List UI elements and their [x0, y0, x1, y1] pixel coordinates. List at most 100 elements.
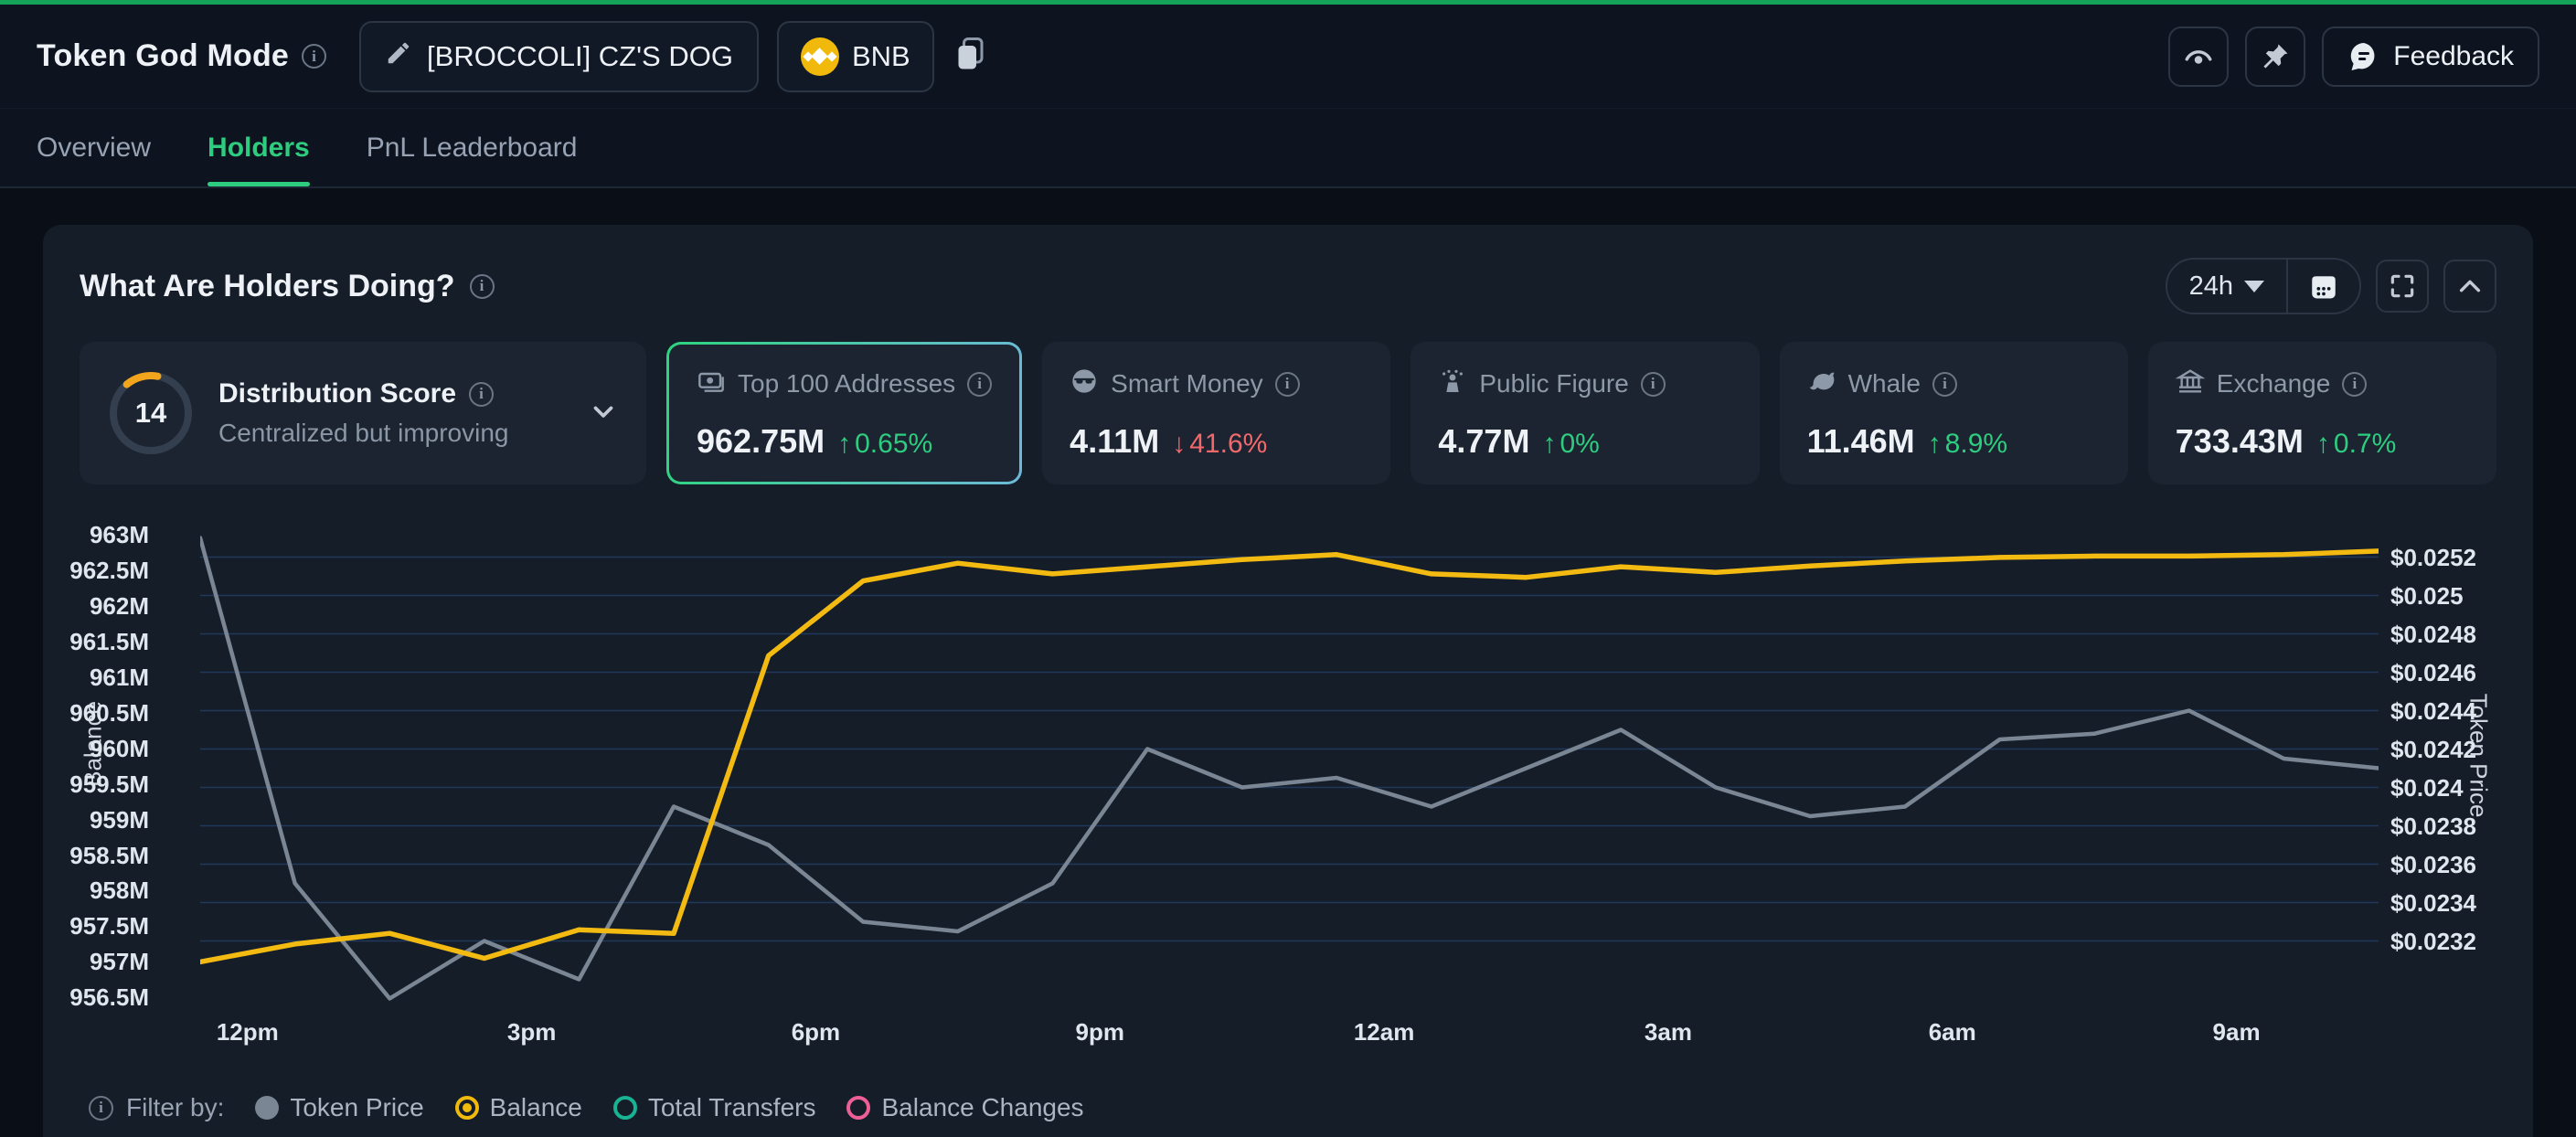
left-axis-tick-label: 962.5M [12, 557, 149, 584]
holders-activity-panel: What Are Holders Doing? i 24h [43, 225, 2533, 1137]
legend-item-balance[interactable]: Balance [455, 1093, 582, 1122]
token-god-mode-page: Token God Mode i [BROCCOLI] CZ'S DOG BNB… [0, 0, 2576, 1137]
right-axis-tick-label: $0.025 [2390, 582, 2537, 610]
x-axis-tick-label: 3pm [507, 1018, 556, 1047]
pin-button[interactable] [2245, 27, 2305, 87]
stat-card-exchange[interactable]: Exchange i 733.43M ↑0.7% [2148, 342, 2496, 484]
x-axis-tick-label: 6am [1929, 1018, 1976, 1047]
left-axis-tick-label: 959M [12, 806, 149, 834]
trend-arrow-icon: ↓ [1172, 429, 1186, 460]
stat-value: 4.77M [1438, 422, 1529, 461]
distribution-score-card[interactable]: 14 Distribution Score i Centralized but … [80, 342, 646, 484]
chain-badge[interactable]: BNB [777, 21, 934, 92]
trend-arrow-icon: ↑ [1542, 429, 1556, 460]
trend-arrow-icon: ↑ [1928, 429, 1942, 460]
right-axis-tick-label: $0.0234 [2390, 889, 2537, 917]
stat-card-top-100-addresses[interactable]: Top 100 Addresses i 962.75M ↑0.65% [666, 342, 1022, 484]
info-icon[interactable]: i [469, 382, 494, 407]
left-axis-tick-label: 957.5M [12, 912, 149, 940]
left-axis-tick-label: 963M [12, 521, 149, 548]
bnb-logo-icon [801, 37, 839, 76]
tab-overview[interactable]: Overview [37, 109, 151, 186]
left-axis-tick-label: 961.5M [12, 628, 149, 655]
stat-value: 962.75M [697, 422, 825, 461]
x-axis-tick-label: 6pm [792, 1018, 840, 1047]
podium-icon [1438, 367, 1467, 402]
chevron-down-icon[interactable] [588, 396, 619, 431]
stat-change: 0.7% [2334, 429, 2396, 460]
fullscreen-button[interactable] [2376, 260, 2429, 313]
score-description: Centralized but improving [218, 419, 564, 448]
stat-value: 11.46M [1807, 422, 1915, 461]
right-axis-tick-label: $0.0242 [2390, 736, 2537, 763]
feedback-button[interactable]: Feedback [2322, 27, 2539, 87]
info-icon[interactable]: i [967, 372, 992, 397]
series-line-balance[interactable] [200, 551, 2379, 962]
token-price-swatch-icon [255, 1096, 279, 1120]
series-line-token-price[interactable] [200, 538, 2379, 999]
bank-icon [2176, 367, 2205, 402]
timeframe-group: 24h [2166, 258, 2361, 314]
stat-cards-row: 14 Distribution Score i Centralized but … [80, 342, 2496, 484]
right-axis-tick-label: $0.0236 [2390, 851, 2537, 878]
left-axis-tick-label: 957M [12, 948, 149, 975]
score-value: 14 [107, 369, 195, 457]
info-icon[interactable]: i [470, 274, 495, 299]
panel-title: What Are Holders Doing? [80, 269, 455, 304]
stat-card-whale[interactable]: Whale i 11.46M ↑8.9% [1780, 342, 2128, 484]
tab-bar: Overview Holders PnL Leaderboard [0, 109, 2576, 188]
feedback-label: Feedback [2393, 41, 2514, 72]
token-name: [BROCCOLI] CZ'S DOG [427, 40, 733, 73]
right-axis-tick-label: $0.024 [2390, 774, 2537, 802]
legend-item-token-price[interactable]: Token Price [255, 1093, 423, 1122]
stat-value: 733.43M [2176, 422, 2304, 461]
left-axis-tick-label: 960M [12, 735, 149, 762]
left-axis-tick-label: 958.5M [12, 842, 149, 869]
copy-address-icon[interactable] [954, 36, 987, 77]
app-header: Token God Mode i [BROCCOLI] CZ'S DOG BNB… [0, 5, 2576, 109]
info-icon[interactable]: i [2342, 372, 2367, 397]
stat-title: Exchange [2217, 369, 2331, 398]
right-axis-tick-label: $0.0252 [2390, 544, 2537, 571]
tab-holders[interactable]: Holders [208, 109, 310, 186]
stat-change: 8.9% [1945, 429, 2007, 460]
info-icon[interactable]: i [302, 44, 326, 69]
caret-down-icon [2244, 281, 2264, 292]
x-axis-tick-label: 12pm [217, 1018, 279, 1047]
gridlines [200, 558, 2379, 941]
holders-activity-chart[interactable]: Balance Token Price 963M962.5M962M961.5M… [43, 492, 2533, 1058]
stat-card-smart-money[interactable]: Smart Money i 4.11M ↓41.6% [1042, 342, 1390, 484]
collapse-button[interactable] [2443, 260, 2496, 313]
info-icon[interactable]: i [1641, 372, 1666, 397]
balance-swatch-icon [455, 1096, 479, 1120]
token-name-field[interactable]: [BROCCOLI] CZ'S DOG [359, 21, 759, 92]
info-icon[interactable]: i [1275, 372, 1300, 397]
watch-token-button[interactable] [2168, 27, 2229, 87]
x-axis-tick-label: 9pm [1076, 1018, 1124, 1047]
stat-card-public-figure[interactable]: Public Figure i 4.77M ↑0% [1410, 342, 1759, 484]
tab-pnl-leaderboard[interactable]: PnL Leaderboard [367, 109, 578, 186]
info-icon[interactable]: i [1932, 372, 1957, 397]
stat-change: 0% [1559, 429, 1599, 460]
right-axis-tick-label: $0.0248 [2390, 621, 2537, 648]
edit-pencil-icon [385, 39, 412, 74]
calendar-button[interactable] [2288, 260, 2359, 313]
legend-label: Total Transfers [648, 1093, 816, 1122]
legend-item-balance-changes[interactable]: Balance Changes [846, 1093, 1083, 1122]
page-title: Token God Mode [37, 38, 289, 74]
right-axis-tick-label: $0.0246 [2390, 659, 2537, 686]
timeframe-dropdown[interactable]: 24h [2167, 260, 2286, 313]
left-axis-tick-label: 956.5M [12, 983, 149, 1011]
left-axis-tick-label: 959.5M [12, 770, 149, 798]
timeframe-value: 24h [2189, 271, 2233, 302]
chart-plot-area[interactable] [200, 528, 2379, 1008]
panel-header: What Are Holders Doing? i 24h [80, 258, 2496, 314]
legend-item-total-transfers[interactable]: Total Transfers [613, 1093, 816, 1122]
trend-arrow-icon: ↑ [2316, 429, 2330, 460]
right-axis-tick-label: $0.0232 [2390, 928, 2537, 955]
left-axis-tick-label: 960.5M [12, 699, 149, 727]
left-axis-tick-label: 958M [12, 877, 149, 904]
info-icon[interactable]: i [89, 1096, 113, 1121]
pin-icon [2260, 41, 2291, 72]
stat-value: 4.11M [1070, 422, 1159, 461]
